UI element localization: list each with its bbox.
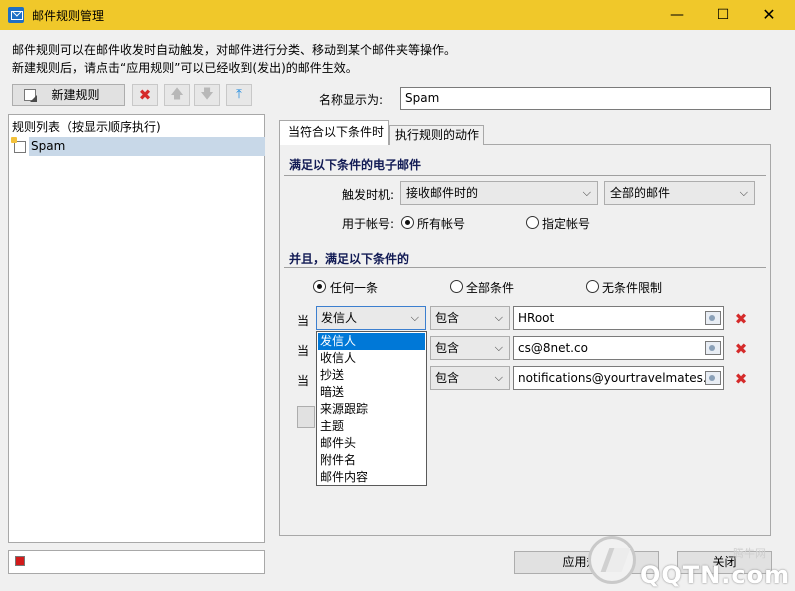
watermark-cn: 腾牛网 [733,547,766,560]
move-up-button[interactable]: 🡅 [164,84,190,106]
condition-field-select[interactable]: 发信人 ⌵ [316,306,426,330]
radio-match-all[interactable] [450,280,463,293]
divider [284,175,766,176]
condition-when-label: 当 [297,314,310,328]
trigger-label: 触发时机: [342,188,395,202]
apply-rule-button[interactable]: 应用规则 [514,551,659,574]
chevron-down-icon: ⌵ [494,371,503,384]
maximize-icon[interactable]: ☐ [700,0,746,30]
rule-list-header: 规则列表（按显示顺序执行) [12,120,161,134]
address-book-icon[interactable] [705,311,721,325]
mail-scope-value: 全部的邮件 [610,186,671,200]
address-book-icon[interactable] [705,341,721,355]
mail-icon [8,7,24,23]
window-title: 邮件规则管理 [32,9,105,23]
minimize-icon[interactable]: — [654,0,700,30]
delete-rule-button[interactable]: ✖ [132,84,158,106]
divider [284,267,766,268]
section-title-conditions: 并且，满足以下条件的 [289,252,410,266]
remove-condition-icon[interactable]: ✖ [733,309,749,328]
address-book-icon[interactable] [705,371,721,385]
section-title-email: 满足以下条件的电子邮件 [289,158,422,172]
description-line-2: 新建规则后，请点击“应用规则”可以已经收到(发出)的邮件生效。 [12,61,358,75]
description-line-1: 邮件规则可以在邮件收发时自动触发，对邮件进行分类、移动到某个邮件夹等操作。 [12,43,457,57]
condition-field-value: 发信人 [321,311,358,325]
condition-operator-select[interactable]: 包含 ⌵ [430,306,510,330]
rule-checkbox[interactable] [11,137,26,153]
chevron-down-icon: ⌵ [410,311,419,324]
remove-condition-icon[interactable]: ✖ [733,369,749,388]
dropdown-option[interactable]: 发信人 [318,333,425,350]
remove-condition-icon[interactable]: ✖ [733,339,749,358]
label-all-accounts[interactable]: 所有帐号 [417,215,465,232]
condition-operator-value: 包含 [435,341,460,355]
mail-scope-select[interactable]: 全部的邮件 ⌵ [604,181,755,205]
label-match-none[interactable]: 无条件限制 [602,279,662,296]
radio-all-accounts[interactable] [401,216,414,229]
move-down-button[interactable]: 🡇 [194,84,220,106]
condition-when-label: 当 [297,344,310,358]
flag-field[interactable] [8,550,265,574]
move-top-button[interactable]: ⤒ [226,84,252,106]
chevron-down-icon: ⌵ [582,186,591,199]
dropdown-option[interactable]: 邮件头 [318,435,425,452]
dropdown-option[interactable]: 附件名 [318,452,425,469]
condition-value-input[interactable]: cs@8net.co [513,336,724,360]
label-specific-account[interactable]: 指定帐号 [542,215,590,232]
rule-list-item[interactable]: Spam [29,137,265,156]
new-document-icon [24,89,36,101]
condition-value-input[interactable]: HRoot [513,306,724,330]
radio-match-none[interactable] [586,280,599,293]
radio-match-any[interactable] [313,280,326,293]
dropdown-option[interactable]: 主题 [318,418,425,435]
watermark-logo-icon [588,536,636,584]
label-match-all[interactable]: 全部条件 [466,279,514,296]
trigger-select-value: 接收邮件时的 [406,186,479,200]
watermark-text: QQTN.com [640,561,791,589]
name-label: 名称显示为: [319,93,384,107]
rule-list[interactable] [8,114,265,543]
radio-specific-account[interactable] [526,216,539,229]
trigger-select[interactable]: 接收邮件时的 ⌵ [400,181,598,205]
dropdown-option[interactable]: 抄送 [318,367,425,384]
close-icon[interactable]: ✕ [746,0,792,30]
condition-operator-value: 包含 [435,311,460,325]
account-label: 用于帐号: [342,217,395,231]
tab-conditions[interactable]: 当符合以下条件时 [279,120,389,145]
dropdown-option[interactable]: 来源跟踪 [318,401,425,418]
condition-operator-select[interactable]: 包含 ⌵ [430,336,510,360]
condition-operator-select[interactable]: 包含 ⌵ [430,366,510,390]
condition-value-input[interactable]: notifications@yourtravelmates.co [513,366,724,390]
condition-operator-value: 包含 [435,371,460,385]
chevron-down-icon: ⌵ [739,186,748,199]
rule-name-input[interactable]: Spam [400,87,771,110]
tab-actions[interactable]: 执行规则的动作 [389,125,484,145]
field-dropdown-list[interactable]: 发信人 收信人 抄送 暗送 来源跟踪 主题 邮件头 附件名 邮件内容 [316,331,427,486]
chevron-down-icon: ⌵ [494,341,503,354]
chevron-down-icon: ⌵ [494,311,503,324]
dropdown-option[interactable]: 收信人 [318,350,425,367]
condition-when-label: 当 [297,374,310,388]
add-condition-button[interactable] [297,406,315,428]
label-match-any[interactable]: 任何一条 [330,279,378,296]
dropdown-option[interactable]: 邮件内容 [318,469,425,486]
dropdown-option[interactable]: 暗送 [318,384,425,401]
flag-icon [15,556,25,566]
